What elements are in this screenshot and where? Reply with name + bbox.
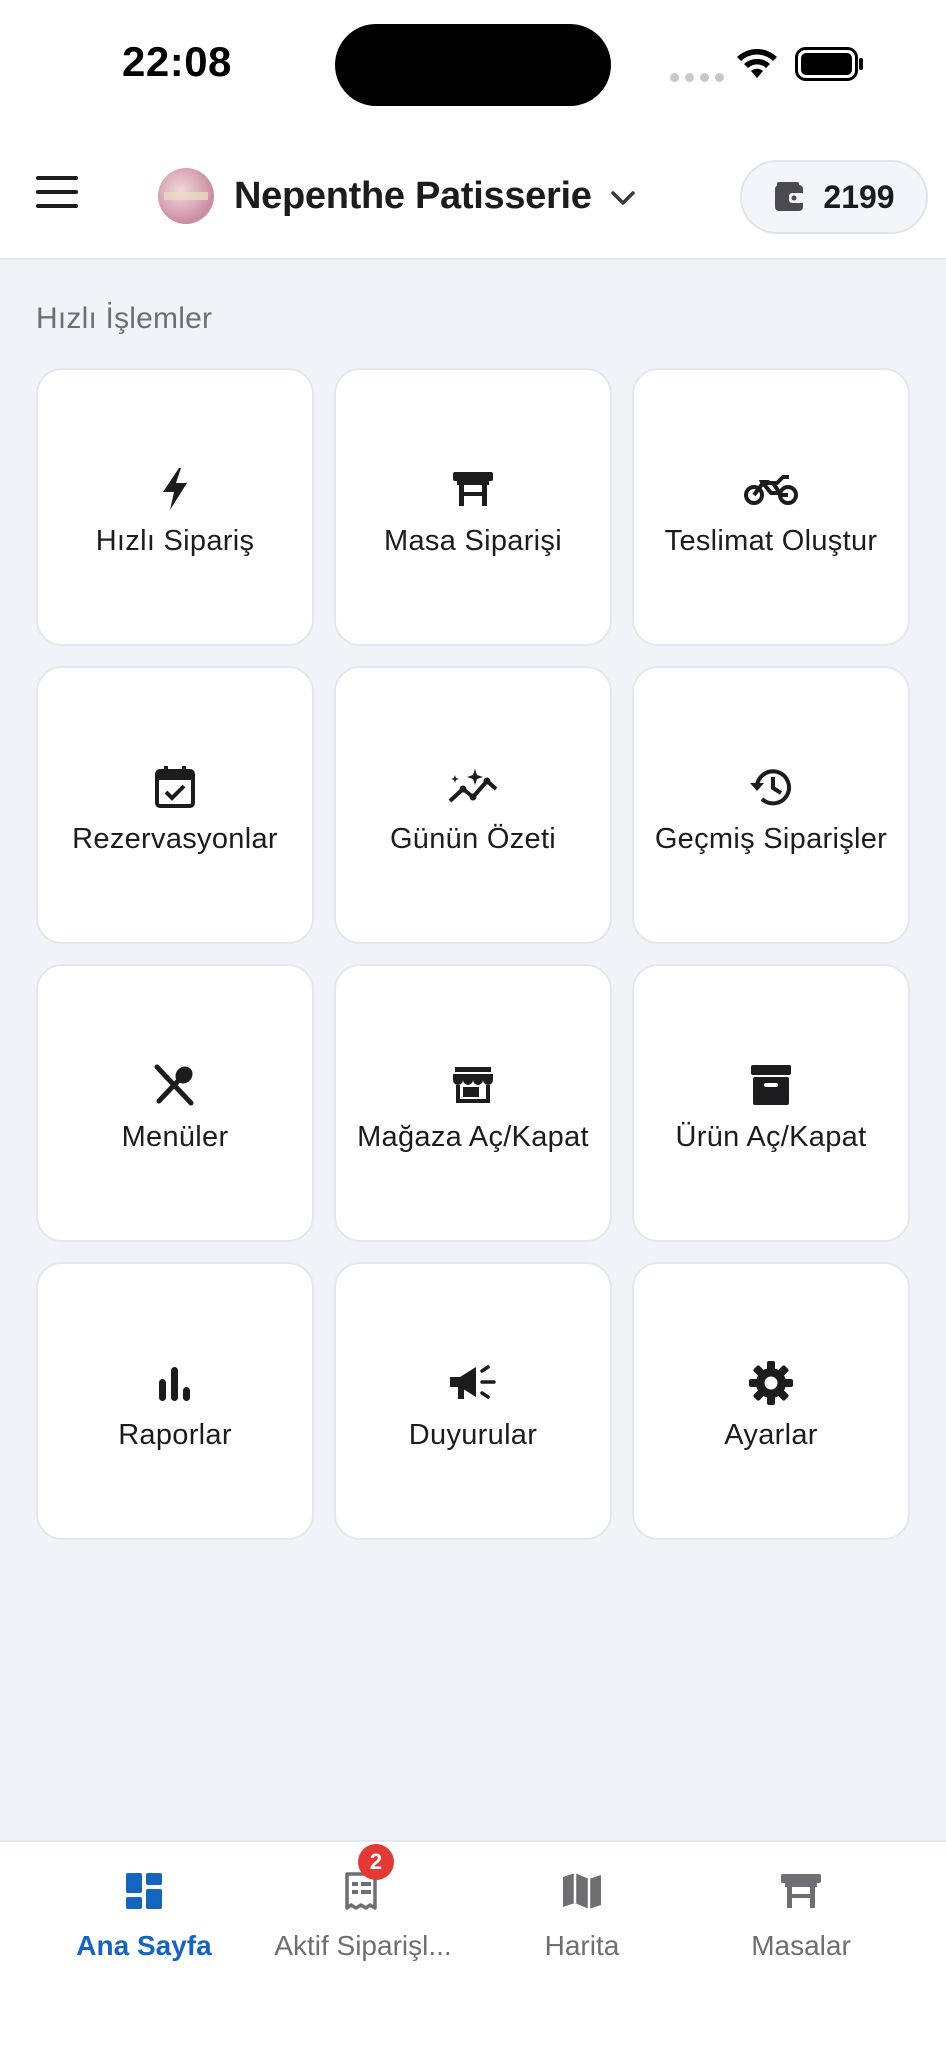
map-icon	[561, 1864, 603, 1918]
reservations-tile[interactable]: Rezervasyonlar	[36, 666, 314, 944]
chevron-down-icon	[610, 191, 635, 205]
tile-label: Günün Özeti	[389, 822, 557, 855]
product-open-close-tile[interactable]: Ürün Aç/Kapat	[632, 964, 910, 1242]
nav-tables[interactable]: Masalar	[691, 1864, 911, 1984]
daily-summary-tile[interactable]: Günün Özeti	[334, 666, 612, 944]
motorcycle-icon	[743, 467, 799, 511]
nav-label: Masalar	[751, 1930, 851, 1961]
battery-icon	[795, 47, 863, 81]
status-time: 22:08	[122, 38, 232, 85]
bolt-icon	[160, 467, 190, 511]
history-icon	[748, 765, 794, 809]
tile-label: Ürün Aç/Kapat	[675, 1120, 867, 1153]
store-selector[interactable]: Nepenthe Patisserie	[158, 166, 636, 226]
section-title: Hızlı İşlemler	[36, 302, 213, 335]
dynamic-island	[335, 24, 611, 106]
tile-label: Duyurular	[408, 1418, 538, 1451]
notification-badge: 2	[358, 1844, 394, 1880]
status-bar: 22:08	[0, 0, 946, 130]
tile-label: Menüler	[121, 1120, 229, 1153]
wallet-icon	[775, 182, 806, 211]
utensils-icon	[153, 1063, 197, 1107]
store-icon	[451, 1063, 495, 1107]
dashboard-icon	[124, 1864, 164, 1918]
app-header: Nepenthe Patisserie 2199	[0, 130, 946, 260]
nav-home[interactable]: Ana Sayfa	[34, 1864, 254, 1984]
tile-label: Mağaza Aç/Kapat	[357, 1120, 589, 1153]
nav-map[interactable]: Harita	[472, 1864, 692, 1984]
gear-icon	[748, 1360, 794, 1405]
archive-icon	[749, 1063, 793, 1107]
store-name: Nepenthe Patisserie	[234, 174, 592, 217]
wallet-balance-button[interactable]: 2199	[740, 160, 928, 234]
menus-tile[interactable]: Menüler	[36, 964, 314, 1242]
quick-actions-grid: Hızlı Sipariş Masa Siparişi Teslimat Olu…	[36, 368, 910, 1540]
tile-label: Masa Siparişi	[384, 524, 562, 557]
table-icon	[451, 467, 495, 511]
nav-label: Harita	[544, 1930, 620, 1961]
nav-label: Aktif Siparişl...	[274, 1930, 452, 1961]
megaphone-icon	[448, 1361, 498, 1405]
tile-label: Ayarlar	[724, 1418, 818, 1451]
menu-button[interactable]	[36, 176, 86, 216]
bar-chart-icon	[155, 1361, 195, 1405]
nav-active-orders[interactable]: 2 Aktif Siparişl...	[253, 1844, 473, 1984]
store-logo	[158, 168, 214, 224]
tile-label: Rezervasyonlar	[72, 822, 278, 855]
wallet-value: 2199	[823, 178, 895, 215]
tile-label: Hızlı Sipariş	[95, 524, 255, 557]
calendar-check-icon	[154, 765, 196, 809]
nav-label: Ana Sayfa	[76, 1930, 212, 1961]
sparkle-chart-icon	[447, 765, 499, 809]
signal-icon	[670, 69, 730, 87]
announcements-tile[interactable]: Duyurular	[334, 1262, 612, 1540]
wifi-icon	[737, 49, 777, 78]
hamburger-icon	[36, 176, 78, 180]
settings-tile[interactable]: Ayarlar	[632, 1262, 910, 1540]
bottom-nav: Ana Sayfa 2 Aktif Siparişl... Harita Mas…	[0, 1840, 946, 2048]
tile-label: Geçmiş Siparişler	[654, 822, 888, 855]
table-icon	[779, 1864, 823, 1918]
receipt-icon: 2	[342, 1844, 394, 1918]
store-open-close-tile[interactable]: Mağaza Aç/Kapat	[334, 964, 612, 1242]
tile-label: Raporlar	[118, 1418, 232, 1451]
reports-tile[interactable]: Raporlar	[36, 1262, 314, 1540]
create-delivery-tile[interactable]: Teslimat Oluştur	[632, 368, 910, 646]
table-order-tile[interactable]: Masa Siparişi	[334, 368, 612, 646]
order-history-tile[interactable]: Geçmiş Siparişler	[632, 666, 910, 944]
tile-label: Teslimat Oluştur	[664, 524, 878, 557]
quick-order-tile[interactable]: Hızlı Sipariş	[36, 368, 314, 646]
